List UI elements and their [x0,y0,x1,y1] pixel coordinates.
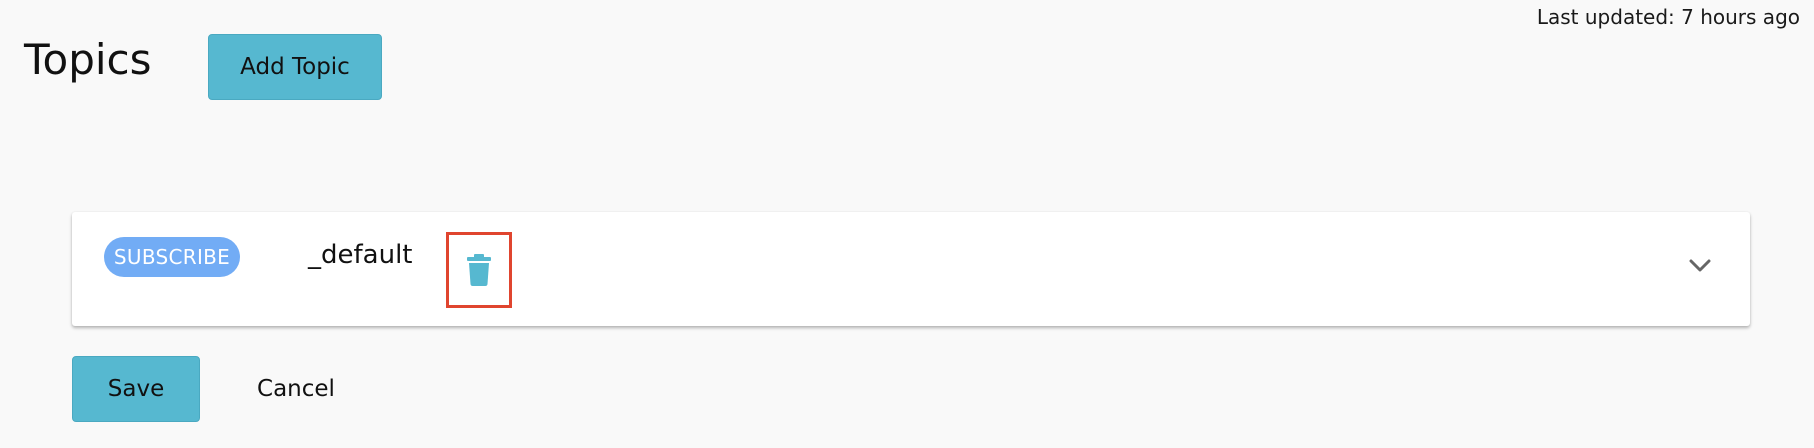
page-title: Topics [24,35,152,84]
save-button[interactable]: Save [72,356,200,422]
trash-icon [467,254,491,286]
chevron-down-icon [1689,259,1711,272]
topic-name: _default [308,240,413,270]
cancel-button[interactable]: Cancel [240,356,352,422]
topic-card: SUBSCRIBE _default [72,212,1750,326]
add-topic-button[interactable]: Add Topic [208,34,382,100]
topics-page: Last updated: 7 hours ago Topics Add Top… [0,0,1814,448]
expand-topic-button[interactable] [1686,252,1714,280]
last-updated-text: Last updated: 7 hours ago [1536,5,1800,29]
delete-topic-button[interactable] [446,232,512,308]
subscribe-badge: SUBSCRIBE [104,237,240,277]
